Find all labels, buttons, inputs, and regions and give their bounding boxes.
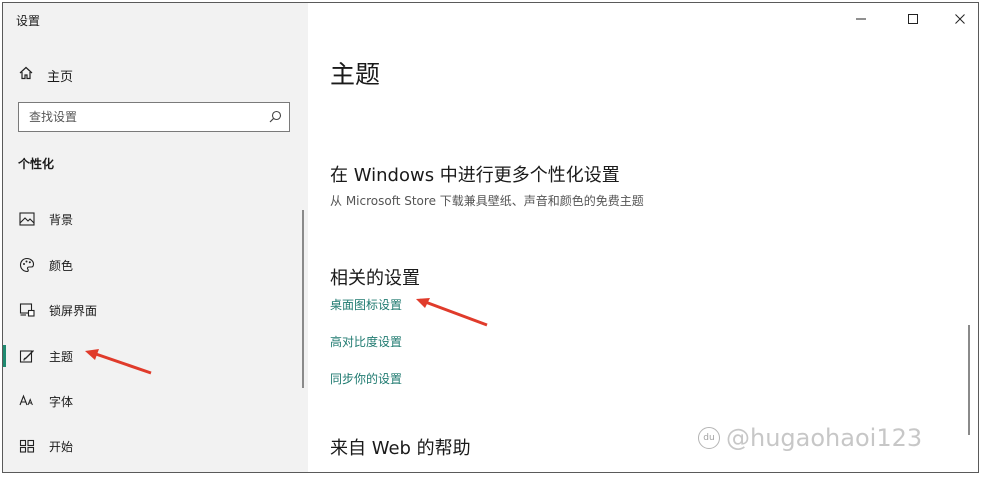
sidebar-item-label: 背景 bbox=[49, 213, 74, 227]
sidebar-item-background[interactable]: 背景 bbox=[3, 202, 303, 236]
picture-icon bbox=[18, 211, 36, 227]
sidebar-scrollbar[interactable] bbox=[302, 210, 304, 388]
sidebar-item-label: 开始 bbox=[49, 440, 74, 454]
page-title: 主题 bbox=[330, 60, 381, 89]
sidebar-item-label: 主题 bbox=[49, 350, 74, 364]
home-label: 主页 bbox=[47, 69, 74, 85]
high-contrast-settings-link[interactable]: 高对比度设置 bbox=[330, 333, 402, 350]
sidebar: 设置 主页 个性化 背景 颜色 bbox=[3, 3, 308, 472]
lock-screen-icon bbox=[18, 302, 36, 318]
palette-icon bbox=[18, 257, 36, 273]
desktop-icon-settings-link[interactable]: 桌面图标设置 bbox=[330, 296, 402, 313]
search-icon[interactable] bbox=[267, 109, 283, 129]
brush-icon bbox=[18, 348, 36, 364]
settings-window: 设置 主页 个性化 背景 颜色 bbox=[2, 2, 979, 473]
maximize-icon[interactable] bbox=[898, 9, 928, 29]
sidebar-item-home[interactable]: 主页 bbox=[18, 65, 73, 85]
start-icon bbox=[18, 438, 36, 454]
sidebar-item-lock-screen[interactable]: 锁屏界面 bbox=[3, 293, 303, 327]
window-title: 设置 bbox=[16, 14, 41, 28]
minimize-icon[interactable] bbox=[846, 9, 876, 29]
close-icon[interactable] bbox=[945, 9, 975, 29]
sidebar-item-fonts[interactable]: 字体 bbox=[3, 384, 303, 418]
main-content: 主题 在 Windows 中进行更多个性化设置 从 Microsoft Stor… bbox=[308, 3, 978, 472]
selected-indicator bbox=[3, 345, 6, 367]
sidebar-item-label: 字体 bbox=[49, 395, 74, 409]
store-heading: 在 Windows 中进行更多个性化设置 bbox=[330, 165, 620, 186]
font-icon bbox=[18, 393, 36, 409]
sidebar-item-themes[interactable]: 主题 bbox=[3, 339, 303, 373]
sync-settings-link[interactable]: 同步你的设置 bbox=[330, 370, 402, 387]
section-title: 个性化 bbox=[18, 157, 55, 171]
related-settings-heading: 相关的设置 bbox=[330, 268, 420, 289]
sidebar-item-label: 颜色 bbox=[49, 259, 74, 273]
content-scrollbar[interactable] bbox=[968, 325, 970, 435]
search-box[interactable] bbox=[18, 102, 290, 132]
help-heading: 来自 Web 的帮助 bbox=[330, 438, 471, 459]
search-input[interactable] bbox=[19, 103, 269, 131]
sidebar-item-colors[interactable]: 颜色 bbox=[3, 248, 303, 282]
sidebar-item-label: 锁屏界面 bbox=[49, 304, 98, 318]
sidebar-item-start[interactable]: 开始 bbox=[3, 429, 303, 463]
home-icon bbox=[18, 65, 34, 85]
store-subtitle: 从 Microsoft Store 下载兼具壁纸、声音和颜色的免费主题 bbox=[330, 194, 644, 208]
